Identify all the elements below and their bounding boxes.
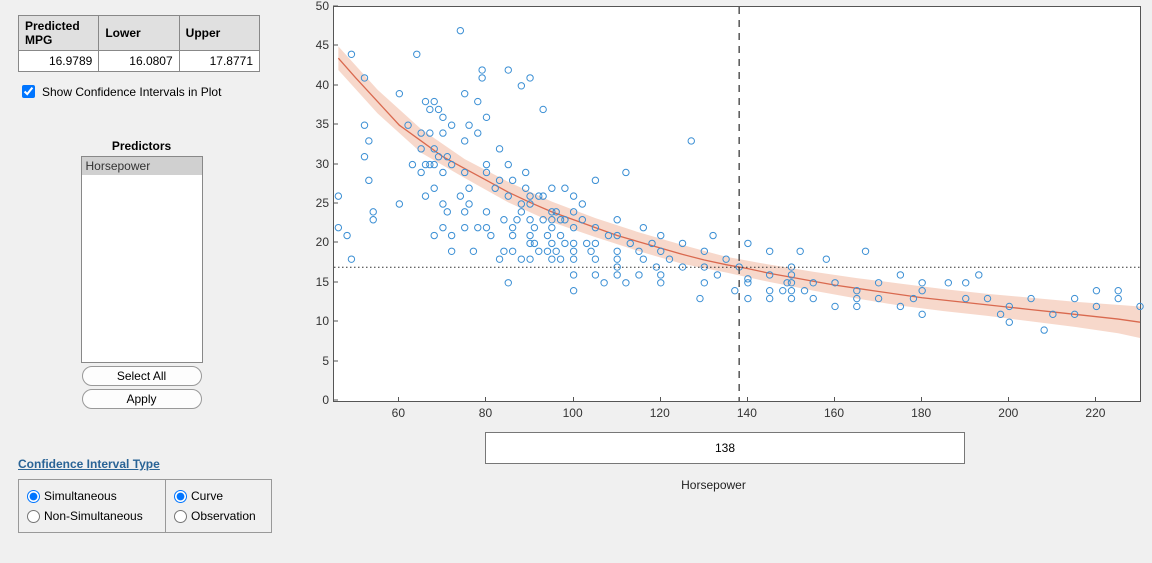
predictors-item-horsepower[interactable]: Horsepower [82, 157, 202, 175]
radio-simultaneous[interactable]: Simultaneous [27, 486, 157, 506]
x-tick-label: 180 [911, 406, 931, 420]
chart: 05101520253035404550 6080100120140160180… [303, 6, 1141, 422]
cell-predicted: 16.9789 [19, 51, 99, 72]
x-tick-label: 140 [737, 406, 757, 420]
predictors-title: Predictors [37, 139, 247, 153]
show-ci-label: Show Confidence Intervals in Plot [42, 85, 221, 99]
y-tick-label: 50 [305, 0, 329, 13]
y-tick-label: 5 [305, 354, 329, 368]
prediction-table: Predicted MPG Lower Upper 16.9789 16.080… [18, 15, 260, 72]
y-tick-label: 20 [305, 235, 329, 249]
cell-lower: 16.0807 [99, 51, 179, 72]
y-tick-label: 0 [305, 393, 329, 407]
y-tick-label: 40 [305, 78, 329, 92]
y-tick-label: 30 [305, 157, 329, 171]
x-tick-label: 60 [392, 406, 405, 420]
radio-observation[interactable]: Observation [174, 506, 256, 526]
select-all-button[interactable]: Select All [82, 366, 202, 386]
x-tick-label: 100 [563, 406, 583, 420]
slider-value-box[interactable]: 138 [485, 432, 965, 464]
y-tick-label: 25 [305, 196, 329, 210]
radio-curve[interactable]: Curve [174, 486, 256, 506]
x-tick-label: 80 [479, 406, 492, 420]
x-tick-label: 120 [650, 406, 670, 420]
show-ci-checkbox[interactable]: Show Confidence Intervals in Plot [18, 82, 265, 101]
x-tick-label: 160 [824, 406, 844, 420]
apply-button[interactable]: Apply [82, 389, 202, 409]
cell-upper: 17.8771 [179, 51, 259, 72]
y-tick-label: 35 [305, 117, 329, 131]
radio-non-simultaneous[interactable]: Non-Simultaneous [27, 506, 157, 526]
x-tick-label: 220 [1085, 406, 1105, 420]
axes[interactable] [333, 6, 1141, 402]
y-tick-label: 45 [305, 38, 329, 52]
show-ci-checkbox-input[interactable] [22, 85, 35, 98]
predictors-listbox[interactable]: Horsepower [81, 156, 203, 363]
y-tick-label: 15 [305, 275, 329, 289]
col-header-lower: Lower [99, 16, 179, 51]
col-header-upper: Upper [179, 16, 259, 51]
ci-type-box: Simultaneous Non-Simultaneous Curve Obse… [18, 479, 272, 533]
x-axis-label: Horsepower [275, 478, 1152, 492]
col-header-predicted: Predicted MPG [19, 16, 99, 51]
y-tick-label: 10 [305, 314, 329, 328]
x-tick-label: 200 [998, 406, 1018, 420]
ci-type-link[interactable]: Confidence Interval Type [18, 457, 160, 471]
